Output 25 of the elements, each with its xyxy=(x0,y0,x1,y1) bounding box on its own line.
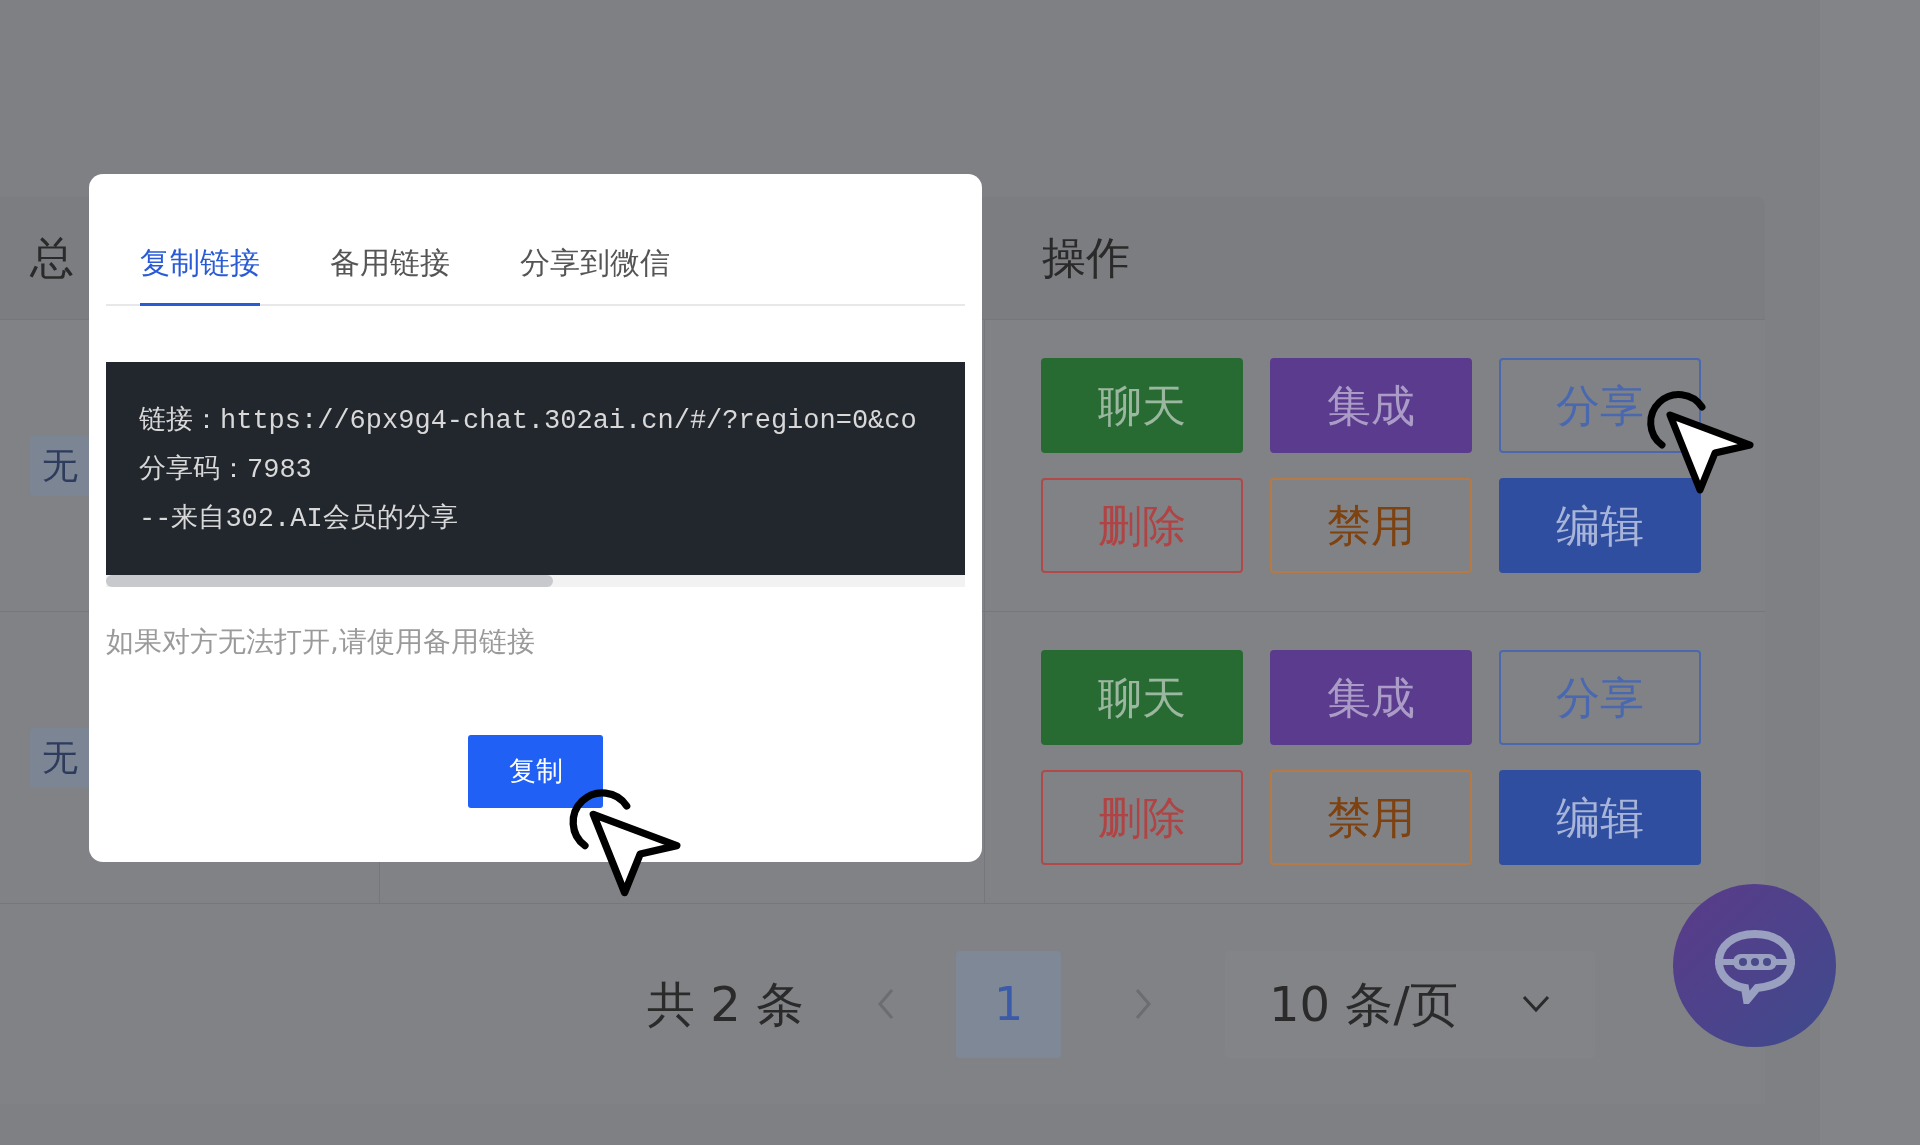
page-button[interactable]: 1 xyxy=(956,950,1062,1058)
dialog-tab[interactable]: 复制链接 xyxy=(140,240,260,306)
dialog-tab[interactable]: 备用链接 xyxy=(330,240,450,306)
action-button[interactable]: 集成 xyxy=(1270,358,1472,453)
code-line: 分享码：7983 xyxy=(139,453,312,487)
action-button[interactable]: 编辑 xyxy=(1499,770,1701,865)
tag-badge: 无 xyxy=(30,727,89,788)
action-button[interactable]: 聊天 xyxy=(1041,358,1243,453)
action-button[interactable]: 集成 xyxy=(1270,650,1472,745)
column-header: 总 xyxy=(29,231,74,285)
column-header: 操作 xyxy=(1041,231,1130,285)
chevron-down-icon xyxy=(1521,994,1552,1014)
code-line: --来自302.AI会员的分享 xyxy=(139,502,458,536)
hint-text: 如果对方无法打开,请使用备用链接 xyxy=(106,624,535,660)
total-count: 共 2 条 xyxy=(647,975,805,1034)
chat-bubble-icon xyxy=(1712,927,1797,1004)
dialog-tab[interactable]: 分享到微信 xyxy=(520,240,670,306)
scrollbar-thumb[interactable] xyxy=(106,575,553,587)
code-line: 链接：https://6px9g4-chat.302ai.cn/#/?region=0&co xyxy=(139,404,917,438)
action-button[interactable]: 禁用 xyxy=(1270,770,1472,865)
action-button[interactable]: 禁用 xyxy=(1270,478,1472,573)
action-button[interactable]: 聊天 xyxy=(1041,650,1243,745)
action-button[interactable]: 编辑 xyxy=(1499,478,1701,573)
copy-button[interactable]: 复制 xyxy=(468,735,603,808)
tag-badge: 无 xyxy=(30,435,89,496)
